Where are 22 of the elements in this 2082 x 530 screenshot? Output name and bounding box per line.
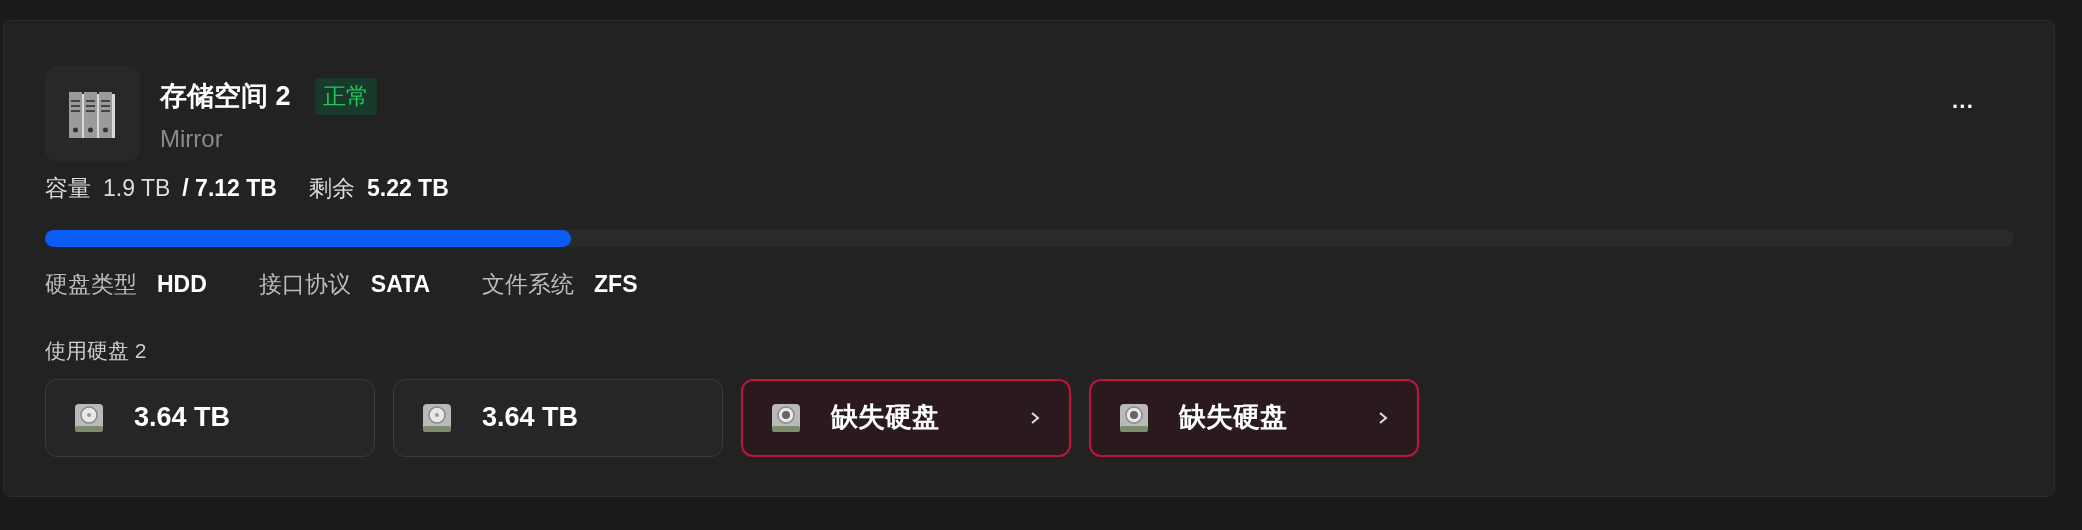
- disk-button[interactable]: 3.64 TB: [393, 378, 723, 457]
- free-capacity: 5.22 TB: [366, 174, 449, 203]
- chevron-right-icon: [1029, 409, 1041, 426]
- more-button[interactable]: ···: [1952, 96, 1974, 118]
- used-capacity: 1.9 TB: [103, 174, 171, 203]
- total-capacity: / 7.12 TB: [182, 174, 277, 203]
- pool-title: 存储空间 2: [160, 80, 291, 113]
- spec-label: 接口协议: [258, 269, 351, 299]
- free-label: 剩余: [308, 174, 355, 203]
- spec-value: SATA: [370, 269, 431, 299]
- missing-disk-button[interactable]: 缺失硬盘: [1089, 378, 1419, 457]
- spec-label: 硬盘类型: [45, 269, 137, 299]
- disks-label: 使用硬盘 2: [45, 338, 148, 364]
- chevron-right-icon: [1377, 409, 1389, 426]
- disk-button[interactable]: 3.64 TB: [45, 378, 375, 457]
- missing-disk-button[interactable]: 缺失硬盘: [741, 378, 1071, 457]
- spec-value: HDD: [157, 269, 207, 299]
- spec-label: 文件系统: [482, 269, 575, 299]
- status-tag: 正常: [314, 78, 377, 115]
- raid-type: Mirror: [160, 123, 224, 154]
- spec-value: ZFS: [594, 269, 638, 299]
- capacity-label: 容量: [45, 174, 91, 203]
